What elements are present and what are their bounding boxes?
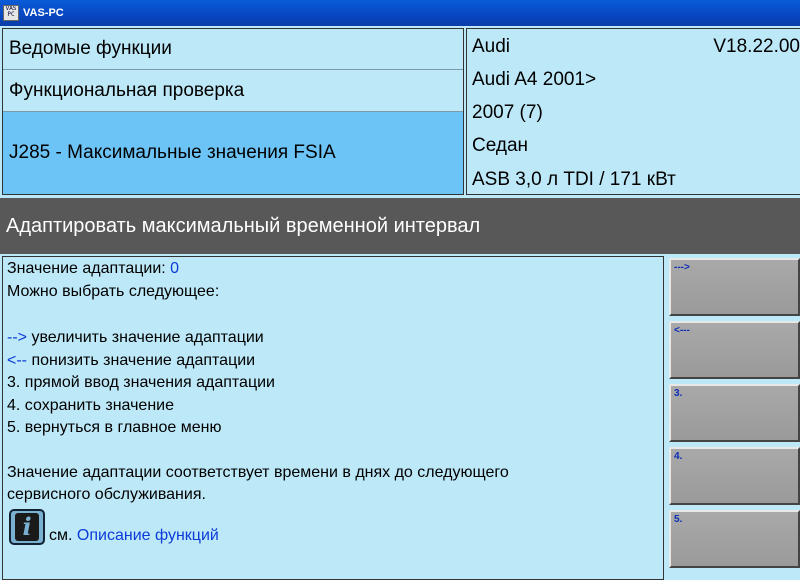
save-button[interactable]: 4. <box>669 447 800 505</box>
nav-functional-test[interactable]: Функциональная проверка <box>3 70 463 112</box>
title-bar: VAS PC VAS-PC <box>0 0 800 26</box>
option-decrease-text: понизить значение адаптации <box>27 352 256 369</box>
main-menu-button[interactable]: 5. <box>669 510 800 568</box>
main-frame: Ведомые функции Функциональная проверка … <box>0 26 800 580</box>
vehicle-year: 2007 (7) <box>472 102 543 123</box>
window-title: VAS-PC <box>23 7 64 19</box>
adaptation-value-line: Значение адаптации: 0 <box>7 260 179 278</box>
function-description-link[interactable]: Описание функций <box>77 527 219 544</box>
action-button-panel: ---> <--- 3. 4. 5. <box>666 256 800 580</box>
see-label: см. <box>49 527 73 544</box>
vehicle-body: Седан <box>472 135 529 156</box>
vas-pc-icon: VAS PC <box>3 5 19 21</box>
option-decrease-key: <-- <box>7 352 27 369</box>
option-decrease: <-- понизить значение адаптации <box>7 352 255 370</box>
nav-guided-functions[interactable]: Ведомые функции <box>3 29 463 70</box>
navigation-panel: Ведомые функции Функциональная проверка … <box>2 28 464 195</box>
note-line-2: сервисного обслуживания. <box>7 486 206 503</box>
option-direct-input: 3. прямой ввод значения адаптации <box>7 374 275 391</box>
option-main-menu: 5. вернуться в главное меню <box>7 419 222 436</box>
info-icon[interactable]: i <box>9 509 45 545</box>
function-title: Адаптировать максимальный временной инте… <box>6 214 481 237</box>
content-panel: Значение адаптации: 0 Можно выбрать след… <box>2 256 664 580</box>
adaptation-value: 0 <box>170 260 180 277</box>
adaptation-label: Значение адаптации: <box>7 260 171 277</box>
vehicle-brand: Audi <box>472 36 511 57</box>
software-version: V18.22.00 <box>713 36 800 57</box>
options-intro: Можно выбрать следующее: <box>7 283 220 300</box>
note-line-1: Значение адаптации соответствует времени… <box>7 464 509 481</box>
increase-button[interactable]: ---> <box>669 258 800 316</box>
vehicle-info-panel: Audi V18.22.00 Audi A4 2001> 2007 (7) Се… <box>466 28 800 195</box>
vehicle-model: Audi A4 2001> <box>472 69 597 90</box>
option-increase-key: --> <box>7 329 27 346</box>
function-title-bar: Адаптировать максимальный временной инте… <box>0 198 800 254</box>
direct-input-button[interactable]: 3. <box>669 384 800 442</box>
option-increase: --> увеличить значение адаптации <box>7 329 264 347</box>
option-save: 4. сохранить значение <box>7 397 174 414</box>
nav-selected-test[interactable]: J285 - Максимальные значения FSIA <box>3 112 463 194</box>
vehicle-engine: ASB 3,0 л TDI / 171 кВт <box>472 169 676 190</box>
decrease-button[interactable]: <--- <box>669 321 800 379</box>
option-increase-text: увеличить значение адаптации <box>27 329 264 346</box>
see-line: см. Описание функций <box>49 527 219 545</box>
